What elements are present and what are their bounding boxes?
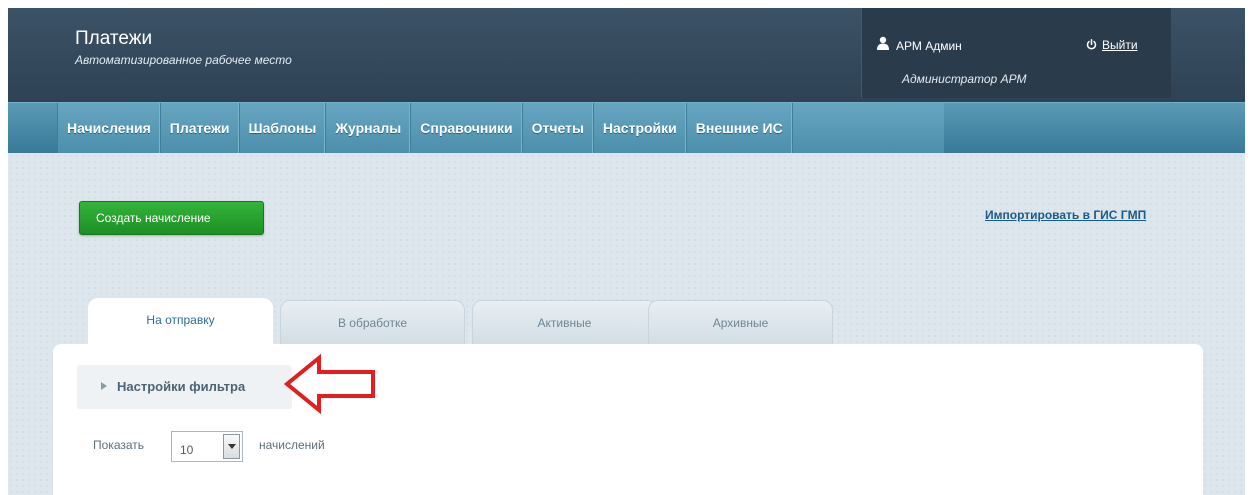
nav-item-accruals[interactable]: Начисления — [58, 103, 161, 154]
user-icon — [876, 36, 890, 55]
main-nav: Начисления Платежи Шаблоны Журналы Справ… — [8, 102, 1245, 154]
app-subtitle: Автоматизированное рабочее место — [75, 53, 292, 67]
user-panel: АРМ Админ Администратор АРМ Выйти — [861, 8, 1171, 98]
create-accrual-button[interactable]: Создать начисление — [79, 201, 264, 235]
red-arrow-annotation — [283, 353, 375, 415]
chevron-down-icon[interactable] — [223, 434, 240, 459]
logout-label: Выйти — [1102, 38, 1138, 52]
tab-in-processing[interactable]: В обработке — [280, 300, 465, 344]
app-title: Платежи — [75, 28, 153, 49]
nav-item-payments[interactable]: Платежи — [161, 103, 240, 154]
user-role: Администратор АРМ — [902, 72, 1027, 86]
nav-items: Начисления Платежи Шаблоны Журналы Справ… — [57, 103, 944, 154]
nav-item-journals[interactable]: Журналы — [326, 103, 412, 154]
page-size-select[interactable]: 10 — [171, 431, 243, 462]
nav-item-directories[interactable]: Справочники — [411, 103, 523, 154]
tab-archived[interactable]: Архивные — [648, 300, 833, 344]
nav-item-settings[interactable]: Настройки — [594, 103, 687, 154]
power-icon — [1086, 39, 1097, 53]
import-gis-gmp-link[interactable]: Импортировать в ГИС ГМП — [985, 208, 1146, 222]
tab-active[interactable]: Активные — [472, 300, 657, 344]
main-content: Создать начисление Импортировать в ГИС Г… — [8, 153, 1245, 495]
nav-item-templates[interactable]: Шаблоны — [240, 103, 327, 154]
user-name: АРМ Админ — [896, 39, 962, 53]
tab-bar: На отправку В обработке Активные Архивны… — [88, 298, 848, 346]
tab-to-send[interactable]: На отправку — [88, 298, 273, 346]
show-suffix: начислений — [259, 438, 325, 452]
tab-panel: Настройки фильтра Показать 10 начислений — [53, 344, 1203, 495]
logout-link[interactable]: Выйти — [1086, 38, 1138, 53]
expand-triangle-icon — [101, 382, 107, 390]
show-label: Показать — [93, 438, 145, 452]
app-header: Платежи Автоматизированное рабочее место… — [8, 8, 1245, 102]
nav-item-external-systems[interactable]: Внешние ИС — [687, 103, 793, 154]
page-size-value: 10 — [180, 443, 194, 457]
app-frame: Платежи Автоматизированное рабочее место… — [8, 8, 1245, 495]
filter-settings-toggle[interactable]: Настройки фильтра — [77, 365, 292, 409]
nav-item-reports[interactable]: Отчеты — [523, 103, 594, 154]
filter-settings-label: Настройки фильтра — [117, 379, 246, 394]
